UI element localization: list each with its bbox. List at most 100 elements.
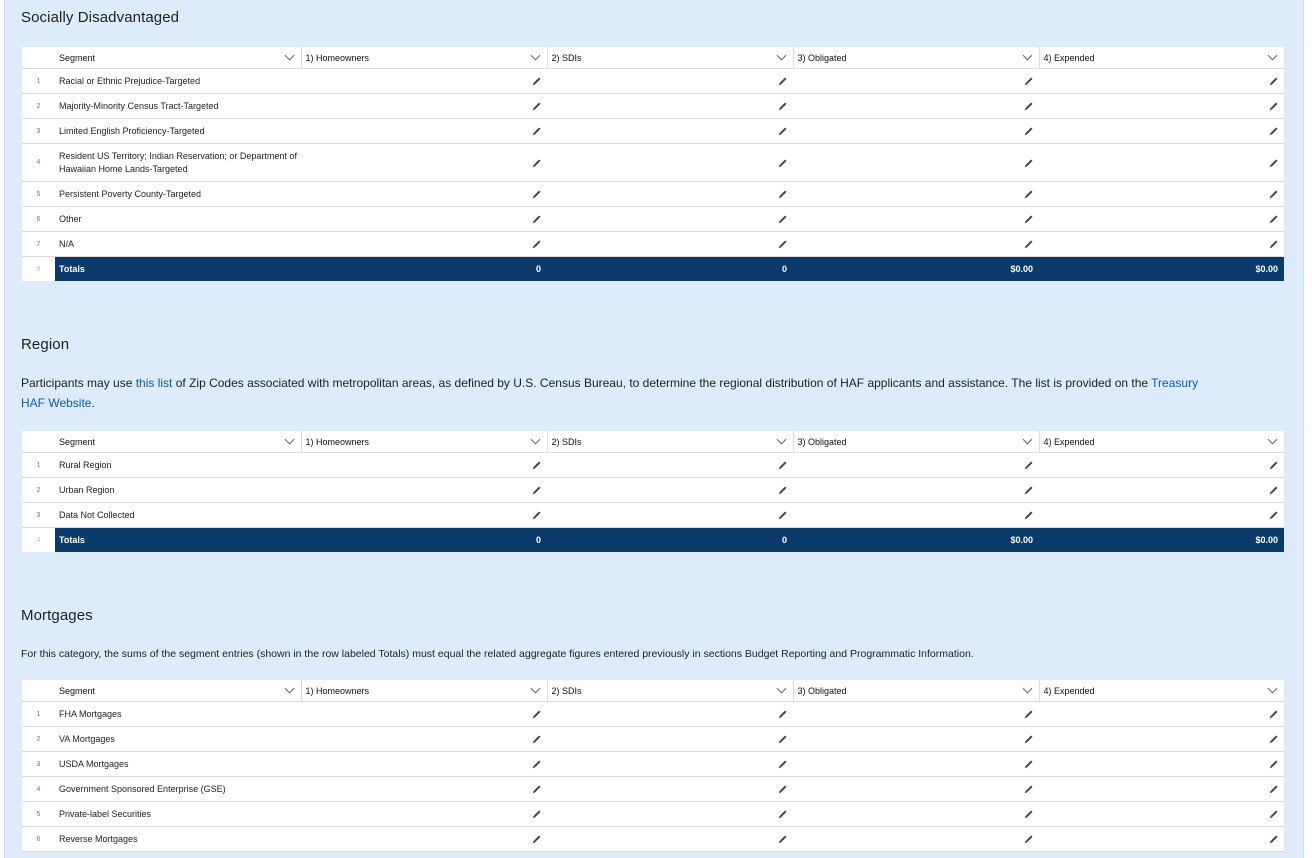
chevron-down-icon[interactable]	[530, 50, 540, 61]
pencil-icon[interactable]	[779, 486, 787, 494]
column-header-segment[interactable]: Segment	[55, 47, 301, 69]
column-header-homeowners[interactable]: 1) Homeowners	[300, 431, 547, 453]
sdis-cell[interactable]	[547, 826, 793, 852]
pencil-icon[interactable]	[533, 102, 541, 110]
expended-cell[interactable]	[1039, 776, 1284, 802]
pencil-icon[interactable]	[779, 760, 787, 768]
homeowners-cell[interactable]	[301, 231, 547, 257]
sdis-cell[interactable]	[547, 776, 793, 802]
chevron-down-icon[interactable]	[776, 683, 786, 694]
pencil-icon[interactable]	[533, 785, 541, 793]
pencil-icon[interactable]	[1270, 190, 1278, 198]
sdis-cell[interactable]	[547, 751, 793, 777]
pencil-icon[interactable]	[779, 710, 787, 718]
pencil-icon[interactable]	[779, 102, 787, 110]
pencil-icon[interactable]	[1270, 102, 1278, 110]
pencil-icon[interactable]	[1270, 77, 1278, 85]
obligated-cell[interactable]	[793, 206, 1039, 232]
pencil-icon[interactable]	[1025, 511, 1033, 519]
homeowners-cell[interactable]	[301, 206, 547, 232]
pencil-icon[interactable]	[1270, 486, 1278, 494]
homeowners-cell[interactable]	[301, 181, 547, 207]
expended-cell[interactable]	[1039, 206, 1284, 232]
expended-cell[interactable]	[1039, 726, 1284, 752]
chevron-down-icon[interactable]	[776, 50, 786, 61]
pencil-icon[interactable]	[1025, 240, 1033, 248]
sdis-cell[interactable]	[547, 477, 793, 503]
chevron-down-icon[interactable]	[1022, 50, 1032, 61]
pencil-icon[interactable]	[1270, 215, 1278, 223]
sdis-cell[interactable]	[547, 801, 793, 827]
expended-cell[interactable]	[1039, 477, 1284, 503]
pencil-icon[interactable]	[779, 240, 787, 248]
column-header-obligated[interactable]: 3) Obligated	[792, 680, 1039, 702]
obligated-cell[interactable]	[793, 181, 1039, 207]
sdis-cell[interactable]	[547, 93, 793, 119]
pencil-icon[interactable]	[533, 835, 541, 843]
pencil-icon[interactable]	[1270, 760, 1278, 768]
pencil-icon[interactable]	[779, 127, 787, 135]
chevron-down-icon[interactable]	[284, 434, 294, 445]
expended-cell[interactable]	[1039, 93, 1284, 119]
column-header-segment[interactable]: Segment	[55, 431, 301, 453]
pencil-icon[interactable]	[533, 158, 541, 167]
pencil-icon[interactable]	[1270, 461, 1278, 469]
expended-cell[interactable]	[1039, 751, 1284, 777]
pencil-icon[interactable]	[1270, 127, 1278, 135]
chevron-down-icon[interactable]	[1022, 434, 1032, 445]
sdis-cell[interactable]	[547, 68, 793, 94]
pencil-icon[interactable]	[1025, 486, 1033, 494]
sdis-cell[interactable]	[547, 118, 793, 144]
homeowners-cell[interactable]	[301, 826, 547, 852]
obligated-cell[interactable]	[793, 143, 1039, 182]
obligated-cell[interactable]	[793, 93, 1039, 119]
pencil-icon[interactable]	[533, 511, 541, 519]
obligated-cell[interactable]	[793, 701, 1039, 727]
column-header-obligated[interactable]: 3) Obligated	[792, 47, 1039, 69]
obligated-cell[interactable]	[793, 118, 1039, 144]
obligated-cell[interactable]	[793, 776, 1039, 802]
pencil-icon[interactable]	[1270, 810, 1278, 818]
homeowners-cell[interactable]	[301, 751, 547, 777]
pencil-icon[interactable]	[533, 735, 541, 743]
pencil-icon[interactable]	[779, 735, 787, 743]
expended-cell[interactable]	[1039, 701, 1284, 727]
chevron-down-icon[interactable]	[1022, 683, 1032, 694]
sdis-cell[interactable]	[547, 701, 793, 727]
homeowners-cell[interactable]	[301, 726, 547, 752]
pencil-icon[interactable]	[533, 810, 541, 818]
obligated-cell[interactable]	[793, 452, 1039, 478]
pencil-icon[interactable]	[779, 158, 787, 167]
chevron-down-icon[interactable]	[1267, 50, 1278, 61]
homeowners-cell[interactable]	[301, 776, 547, 802]
pencil-icon[interactable]	[1025, 810, 1033, 818]
chevron-down-icon[interactable]	[530, 683, 540, 694]
sdis-cell[interactable]	[547, 502, 793, 528]
sdis-cell[interactable]	[547, 726, 793, 752]
pencil-icon[interactable]	[1025, 760, 1033, 768]
obligated-cell[interactable]	[793, 68, 1039, 94]
column-header-sdis[interactable]: 2) SDIs	[546, 431, 793, 453]
homeowners-cell[interactable]	[301, 801, 547, 827]
chevron-down-icon[interactable]	[1267, 683, 1278, 694]
pencil-icon[interactable]	[1025, 735, 1033, 743]
pencil-icon[interactable]	[779, 215, 787, 223]
zip-code-list-link[interactable]: this list	[136, 376, 173, 390]
expended-cell[interactable]	[1039, 68, 1284, 94]
chevron-down-icon[interactable]	[284, 683, 294, 694]
pencil-icon[interactable]	[1025, 102, 1033, 110]
obligated-cell[interactable]	[793, 477, 1039, 503]
obligated-cell[interactable]	[793, 751, 1039, 777]
column-header-expended[interactable]: 4) Expended	[1038, 47, 1284, 69]
pencil-icon[interactable]	[779, 785, 787, 793]
pencil-icon[interactable]	[1270, 835, 1278, 843]
sdis-cell[interactable]	[547, 231, 793, 257]
pencil-icon[interactable]	[533, 461, 541, 469]
pencil-icon[interactable]	[1025, 158, 1033, 167]
pencil-icon[interactable]	[779, 190, 787, 198]
pencil-icon[interactable]	[779, 835, 787, 843]
pencil-icon[interactable]	[779, 77, 787, 85]
homeowners-cell[interactable]	[301, 502, 547, 528]
column-header-segment[interactable]: Segment	[55, 680, 301, 702]
pencil-icon[interactable]	[779, 810, 787, 818]
